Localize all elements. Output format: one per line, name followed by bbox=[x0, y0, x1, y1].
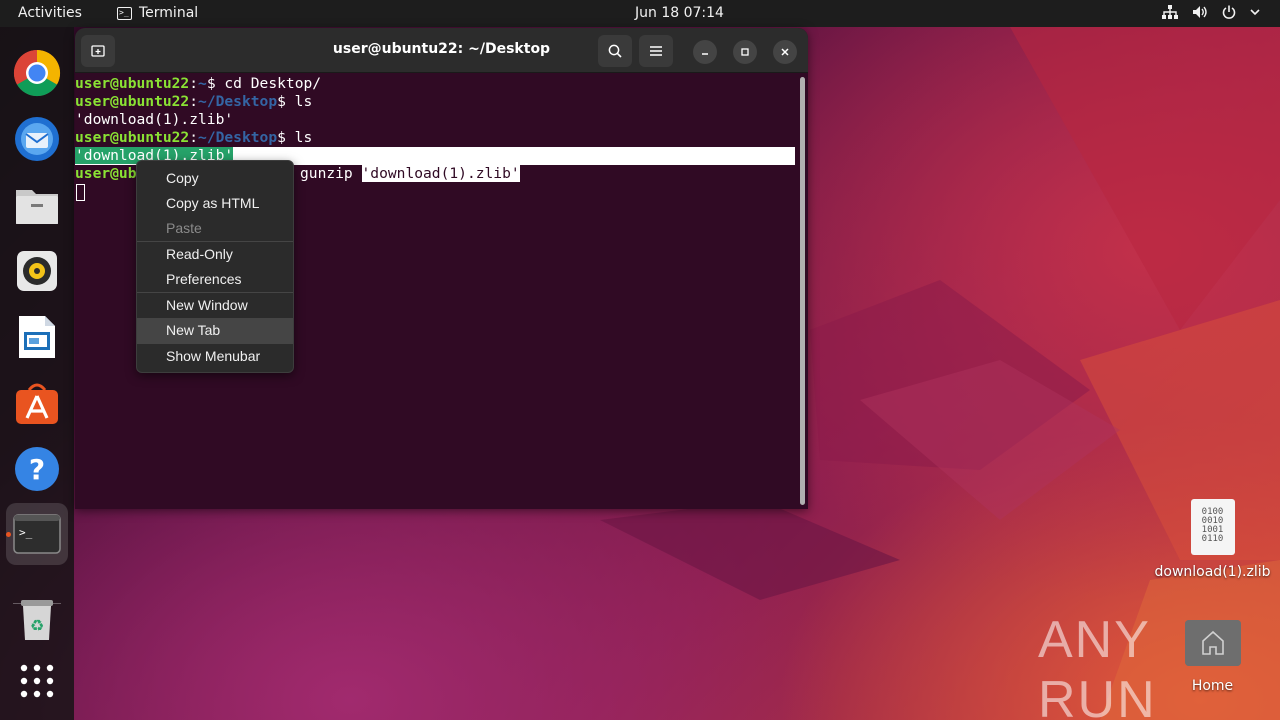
terminal-line: user@ubu bbox=[75, 165, 146, 182]
minimize-icon bbox=[702, 53, 708, 55]
terminal-icon: >_ bbox=[117, 6, 132, 20]
desktop-file-label: download(1).zlib bbox=[1154, 564, 1271, 580]
menu-item-new-window[interactable]: New Window bbox=[137, 293, 293, 318]
menu-item-copy[interactable]: Copy bbox=[137, 166, 293, 191]
power-icon bbox=[1222, 5, 1236, 19]
desktop-file-download-zlib[interactable]: 0100 0010 1001 0110 download(1).zlib bbox=[1150, 499, 1275, 580]
terminal-line: user@ubuntu22:~/Desktop$ ls bbox=[75, 129, 313, 146]
search-button[interactable] bbox=[598, 35, 632, 67]
dock-libreoffice-impress[interactable] bbox=[13, 313, 61, 361]
svg-text:♻: ♻ bbox=[30, 616, 44, 635]
dock-ubuntu-software[interactable] bbox=[13, 379, 61, 427]
svg-text:>_: >_ bbox=[19, 526, 33, 539]
menu-item-new-tab[interactable]: New Tab bbox=[137, 318, 293, 343]
menu-item-copy-as-html[interactable]: Copy as HTML bbox=[137, 191, 293, 216]
running-indicator bbox=[6, 532, 11, 537]
menu-button[interactable] bbox=[639, 35, 673, 67]
terminal-line: 'download(1).zlib' bbox=[75, 111, 234, 128]
hamburger-menu-icon bbox=[650, 46, 662, 56]
menu-item-preferences[interactable]: Preferences bbox=[137, 267, 293, 292]
menu-item-read-only[interactable]: Read-Only bbox=[137, 242, 293, 267]
dock-terminal[interactable]: >_ bbox=[6, 503, 68, 565]
terminal-headerbar[interactable]: user@ubuntu22: ~/Desktop bbox=[75, 28, 808, 73]
dock-trash[interactable]: ♻ bbox=[13, 595, 61, 643]
context-menu: Copy Copy as HTML Paste Read-Only Prefer… bbox=[136, 160, 294, 373]
top-bar: Activities >_ Terminal Jun 18 07:14 bbox=[0, 0, 1280, 27]
home-folder-icon bbox=[1184, 620, 1241, 666]
app-menu[interactable]: >_ Terminal bbox=[117, 5, 198, 21]
dock-chrome[interactable] bbox=[13, 49, 61, 97]
impress-icon bbox=[19, 316, 55, 358]
rhythmbox-icon bbox=[17, 251, 57, 291]
terminal-line: user@ubuntu22:~$ cd Desktop/ bbox=[75, 75, 322, 92]
help-icon: ? bbox=[15, 447, 59, 491]
search-icon bbox=[608, 44, 622, 58]
dock-help[interactable]: ? bbox=[13, 445, 61, 493]
maximize-button[interactable] bbox=[733, 40, 757, 64]
text-cursor bbox=[76, 184, 85, 201]
thunderbird-icon bbox=[15, 117, 59, 161]
dock-files[interactable] bbox=[13, 181, 61, 229]
trash-icon: ♻ bbox=[21, 600, 53, 640]
activities-button[interactable]: Activities bbox=[18, 5, 82, 21]
chrome-icon bbox=[13, 49, 61, 97]
dock-rhythmbox[interactable] bbox=[13, 247, 61, 295]
maximize-icon bbox=[741, 48, 749, 56]
desktop-home-folder[interactable]: Home bbox=[1175, 620, 1250, 694]
terminal-icon: >_ bbox=[13, 514, 61, 554]
app-grid-icon bbox=[20, 664, 54, 698]
scrollbar[interactable] bbox=[800, 77, 805, 505]
menu-item-paste[interactable]: Paste bbox=[137, 216, 293, 241]
menu-item-show-menubar[interactable]: Show Menubar bbox=[137, 344, 293, 369]
home-folder-label: Home bbox=[1191, 678, 1234, 694]
close-button[interactable] bbox=[773, 40, 797, 64]
terminal-line-tail: gunzip 'download(1).zlib' bbox=[300, 165, 520, 182]
volume-icon bbox=[1193, 6, 1207, 18]
chevron-down-icon bbox=[1250, 9, 1260, 16]
system-tray[interactable] bbox=[1162, 5, 1260, 19]
close-icon bbox=[781, 48, 789, 56]
show-applications-button[interactable] bbox=[13, 657, 61, 705]
files-icon bbox=[16, 190, 58, 224]
software-store-icon bbox=[16, 383, 58, 424]
clock[interactable]: Jun 18 07:14 bbox=[635, 5, 724, 21]
binary-file-icon: 0100 0010 1001 0110 bbox=[1190, 499, 1235, 555]
network-icon bbox=[1162, 5, 1178, 19]
svg-text:?: ? bbox=[29, 453, 45, 486]
dock: ? >_ ♻ bbox=[0, 27, 74, 720]
terminal-line: user@ubuntu22:~/Desktop$ ls bbox=[75, 93, 313, 110]
app-menu-label: Terminal bbox=[139, 5, 199, 21]
dock-thunderbird[interactable] bbox=[13, 115, 61, 163]
minimize-button[interactable] bbox=[693, 40, 717, 64]
